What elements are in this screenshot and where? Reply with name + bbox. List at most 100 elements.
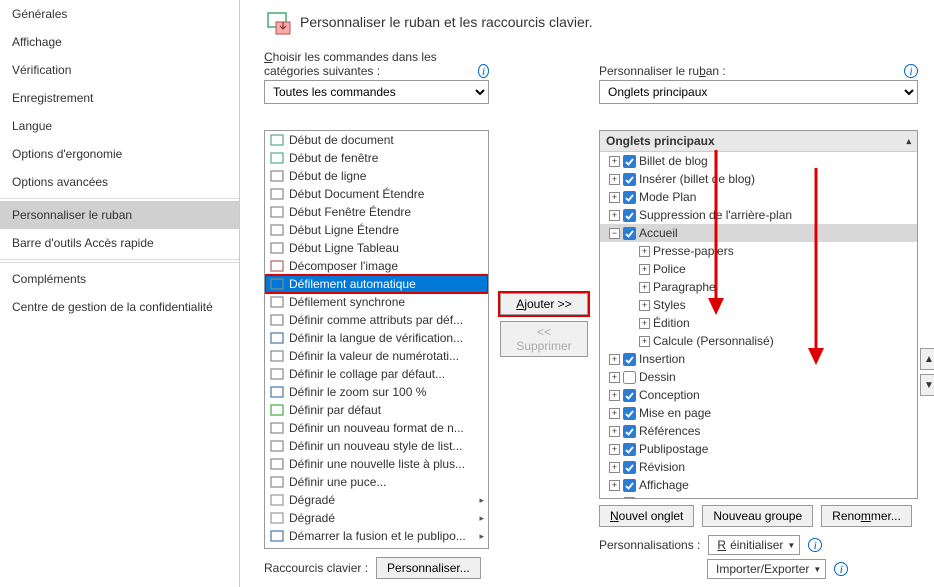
checkbox[interactable] (623, 443, 636, 456)
command-item[interactable]: Début de fenêtre (265, 149, 488, 167)
checkbox[interactable] (623, 407, 636, 420)
checkbox[interactable] (623, 173, 636, 186)
tree-item[interactable]: +Mise en page (600, 404, 917, 422)
command-item[interactable]: Démarrer la fusion et le publipo...▸ (265, 527, 488, 545)
import-export-dropdown[interactable]: Importer/Exporter ▼ (707, 559, 826, 579)
remove-button[interactable]: << Supprimer (500, 321, 588, 357)
checkbox[interactable] (623, 497, 636, 500)
command-item[interactable]: Définir la valeur de numérotati... (265, 347, 488, 365)
command-item[interactable]: Définir une nouvelle liste à plus... (265, 455, 488, 473)
tree-item[interactable]: +Paragraphe (600, 278, 917, 296)
commands-listbox[interactable]: Début de documentDébut de fenêtreDébut d… (264, 130, 489, 549)
expand-icon[interactable]: + (639, 318, 650, 329)
ribbon-tree[interactable]: Onglets principaux ▴ +Billet de blog+Ins… (599, 130, 918, 499)
checkbox[interactable] (623, 389, 636, 402)
tree-item[interactable]: +Mode Plan (600, 188, 917, 206)
tree-item[interactable]: +Révision (600, 458, 917, 476)
command-item[interactable]: Dégradé▸ (265, 491, 488, 509)
ribbon-tabs-combo[interactable]: Onglets principaux (599, 80, 918, 104)
tree-item[interactable]: +Publipostage (600, 440, 917, 458)
checkbox[interactable] (623, 209, 636, 222)
reset-dropdown[interactable]: Réinitialiser ▼ (708, 535, 800, 555)
tree-item[interactable]: +Édition (600, 314, 917, 332)
tree-item[interactable]: +Insertion (600, 350, 917, 368)
info-icon[interactable]: i (834, 562, 848, 576)
expand-icon[interactable]: + (609, 498, 620, 500)
commands-category-combo[interactable]: Toutes les commandes (264, 80, 489, 104)
command-item[interactable]: Définir par défaut (265, 401, 488, 419)
checkbox[interactable] (623, 461, 636, 474)
command-item[interactable]: Début de document (265, 131, 488, 149)
checkbox[interactable] (623, 227, 636, 240)
command-item[interactable]: Définir comme attributs par déf... (265, 311, 488, 329)
checkbox[interactable] (623, 371, 636, 384)
command-item[interactable]: Déplacer (265, 545, 488, 549)
expand-icon[interactable]: + (609, 408, 620, 419)
info-icon[interactable]: i (478, 64, 489, 78)
info-icon[interactable]: i (808, 538, 822, 552)
sidebar-item[interactable]: Affichage (0, 28, 239, 56)
expand-icon[interactable]: + (639, 300, 650, 311)
tree-item[interactable]: +Insérer (billet de blog) (600, 170, 917, 188)
command-item[interactable]: Définir le zoom sur 100 % (265, 383, 488, 401)
expand-icon[interactable]: + (639, 282, 650, 293)
command-item[interactable]: Définir un nouveau format de n... (265, 419, 488, 437)
tree-item[interactable]: +Calcule (Personnalisé) (600, 332, 917, 350)
command-item[interactable]: Définir le collage par défaut... (265, 365, 488, 383)
tree-item[interactable]: +Conception (600, 386, 917, 404)
expand-icon[interactable]: + (609, 354, 620, 365)
info-icon[interactable]: i (904, 64, 918, 78)
command-item[interactable]: Définir une puce... (265, 473, 488, 491)
customize-shortcuts-button[interactable]: Personnaliser... (376, 557, 481, 579)
sidebar-item[interactable]: Vérification (0, 56, 239, 84)
command-item[interactable]: Défilement automatique (265, 275, 488, 293)
move-up-button[interactable]: ▲ (920, 348, 934, 370)
command-item[interactable]: Début Ligne Tableau (265, 239, 488, 257)
expand-icon[interactable]: + (639, 264, 650, 275)
sidebar-item[interactable]: Options avancées (0, 168, 239, 196)
sidebar-item[interactable]: Personnaliser le ruban (0, 201, 239, 229)
expand-icon[interactable]: + (609, 480, 620, 491)
checkbox[interactable] (623, 425, 636, 438)
tree-item[interactable]: +Affichage (600, 476, 917, 494)
checkbox[interactable] (623, 479, 636, 492)
command-item[interactable]: Début de ligne (265, 167, 488, 185)
expand-icon[interactable]: + (609, 192, 620, 203)
rename-button[interactable]: Renommer... (821, 505, 912, 527)
sidebar-item[interactable]: Barre d'outils Accès rapide (0, 229, 239, 257)
checkbox[interactable] (623, 191, 636, 204)
sidebar-item[interactable]: Enregistrement (0, 84, 239, 112)
expand-icon[interactable]: + (609, 444, 620, 455)
command-item[interactable]: Dégradé▸ (265, 509, 488, 527)
expand-icon[interactable]: + (609, 210, 620, 221)
checkbox[interactable] (623, 155, 636, 168)
tree-item[interactable]: +Presse-papiers (600, 242, 917, 260)
sidebar-item[interactable]: Générales (0, 0, 239, 28)
expand-icon[interactable]: + (639, 246, 650, 257)
sidebar-item[interactable]: Centre de gestion de la confidentialité (0, 293, 239, 321)
new-tab-button[interactable]: Nouvel onglet (599, 505, 694, 527)
command-item[interactable]: Début Document Étendre (265, 185, 488, 203)
add-button[interactable]: Ajouter >> (500, 293, 588, 315)
command-item[interactable]: Décomposer l'image (265, 257, 488, 275)
tree-item[interactable]: +Billet de blog (600, 152, 917, 170)
sidebar-item[interactable]: Langue (0, 112, 239, 140)
command-item[interactable]: Défilement synchrone (265, 293, 488, 311)
scroll-up-icon[interactable]: ▴ (906, 136, 911, 147)
expand-icon[interactable]: + (609, 390, 620, 401)
command-item[interactable]: Définir un nouveau style de list... (265, 437, 488, 455)
tree-item[interactable]: +Suppression de l'arrière-plan (600, 206, 917, 224)
move-down-button[interactable]: ▼ (920, 374, 934, 396)
tree-item[interactable]: +Références (600, 422, 917, 440)
expand-icon[interactable]: + (639, 336, 650, 347)
expand-icon[interactable]: + (609, 372, 620, 383)
collapse-icon[interactable]: − (609, 228, 620, 239)
expand-icon[interactable]: + (609, 174, 620, 185)
command-item[interactable]: Début Fenêtre Étendre (265, 203, 488, 221)
expand-icon[interactable]: + (609, 426, 620, 437)
sidebar-item[interactable]: Compléments (0, 265, 239, 293)
tree-item[interactable]: +Police (600, 260, 917, 278)
tree-item[interactable]: +Développeur (600, 494, 917, 499)
tree-item[interactable]: −Accueil (600, 224, 917, 242)
tree-item[interactable]: +Dessin (600, 368, 917, 386)
